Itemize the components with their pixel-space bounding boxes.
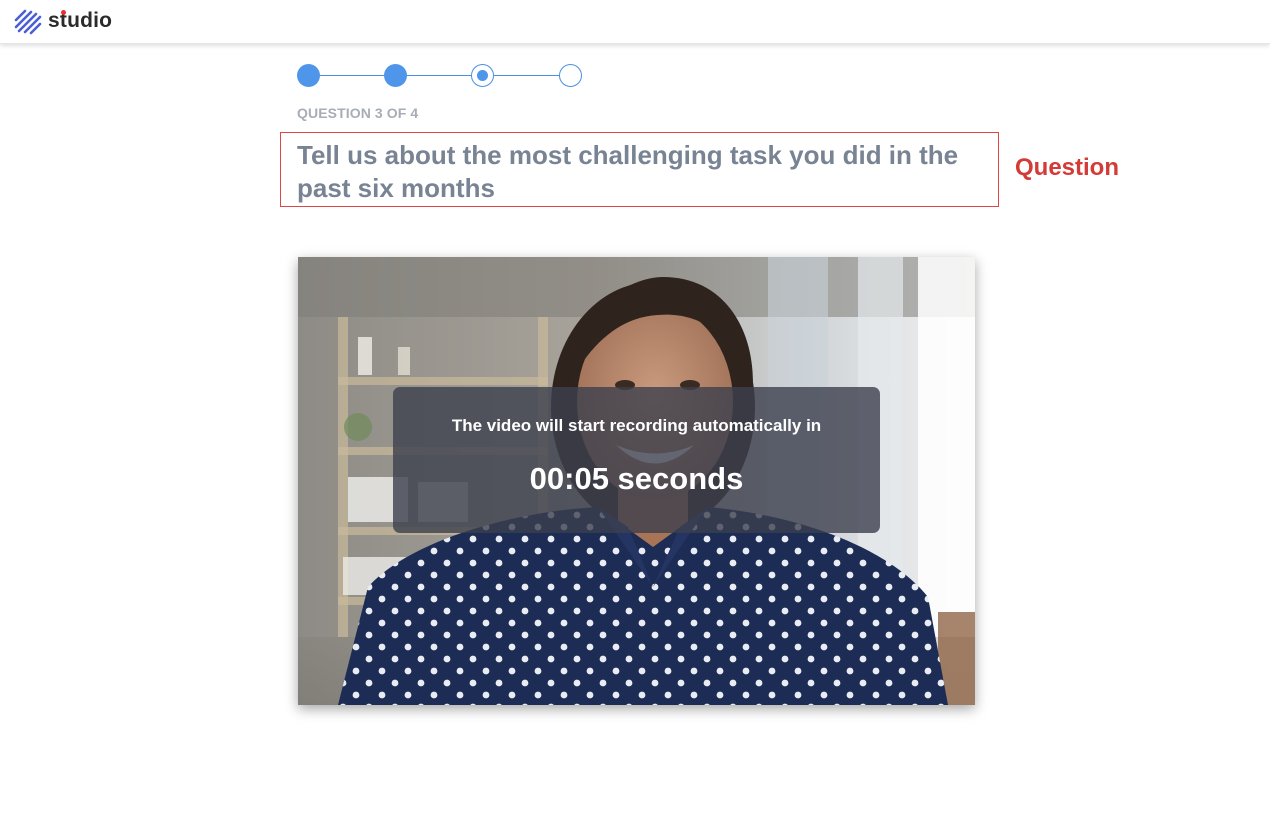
brand-name: studio (48, 9, 113, 32)
brand-dot-icon (61, 10, 66, 15)
question-highlight-box: Tell us about the most challenging task … (280, 132, 999, 207)
question-annotation-label: Question (1015, 154, 1120, 181)
brand-logo[interactable]: studio (13, 7, 112, 35)
question-text: Tell us about the most challenging task … (297, 140, 959, 203)
stepper-connector (319, 75, 385, 76)
countdown-timer: 00:05 seconds (529, 461, 744, 496)
countdown-message: The video will start recording automatic… (451, 416, 822, 435)
video-preview: The video will start recording automatic… (298, 257, 975, 705)
top-bar: studio (0, 0, 1270, 44)
question-counter: QUESTION 3 OF 4 (297, 105, 419, 121)
progress-stepper (297, 64, 582, 87)
step-current-dot (477, 70, 488, 81)
recording-countdown-overlay: The video will start recording automatic… (393, 387, 880, 533)
step-2-completed (384, 64, 407, 87)
step-3-current (471, 64, 494, 87)
stepper-connector (407, 75, 473, 76)
studio-logo-icon (14, 9, 42, 35)
stepper-connector (494, 75, 560, 76)
step-1-completed (297, 64, 320, 87)
step-4-pending (559, 64, 582, 87)
